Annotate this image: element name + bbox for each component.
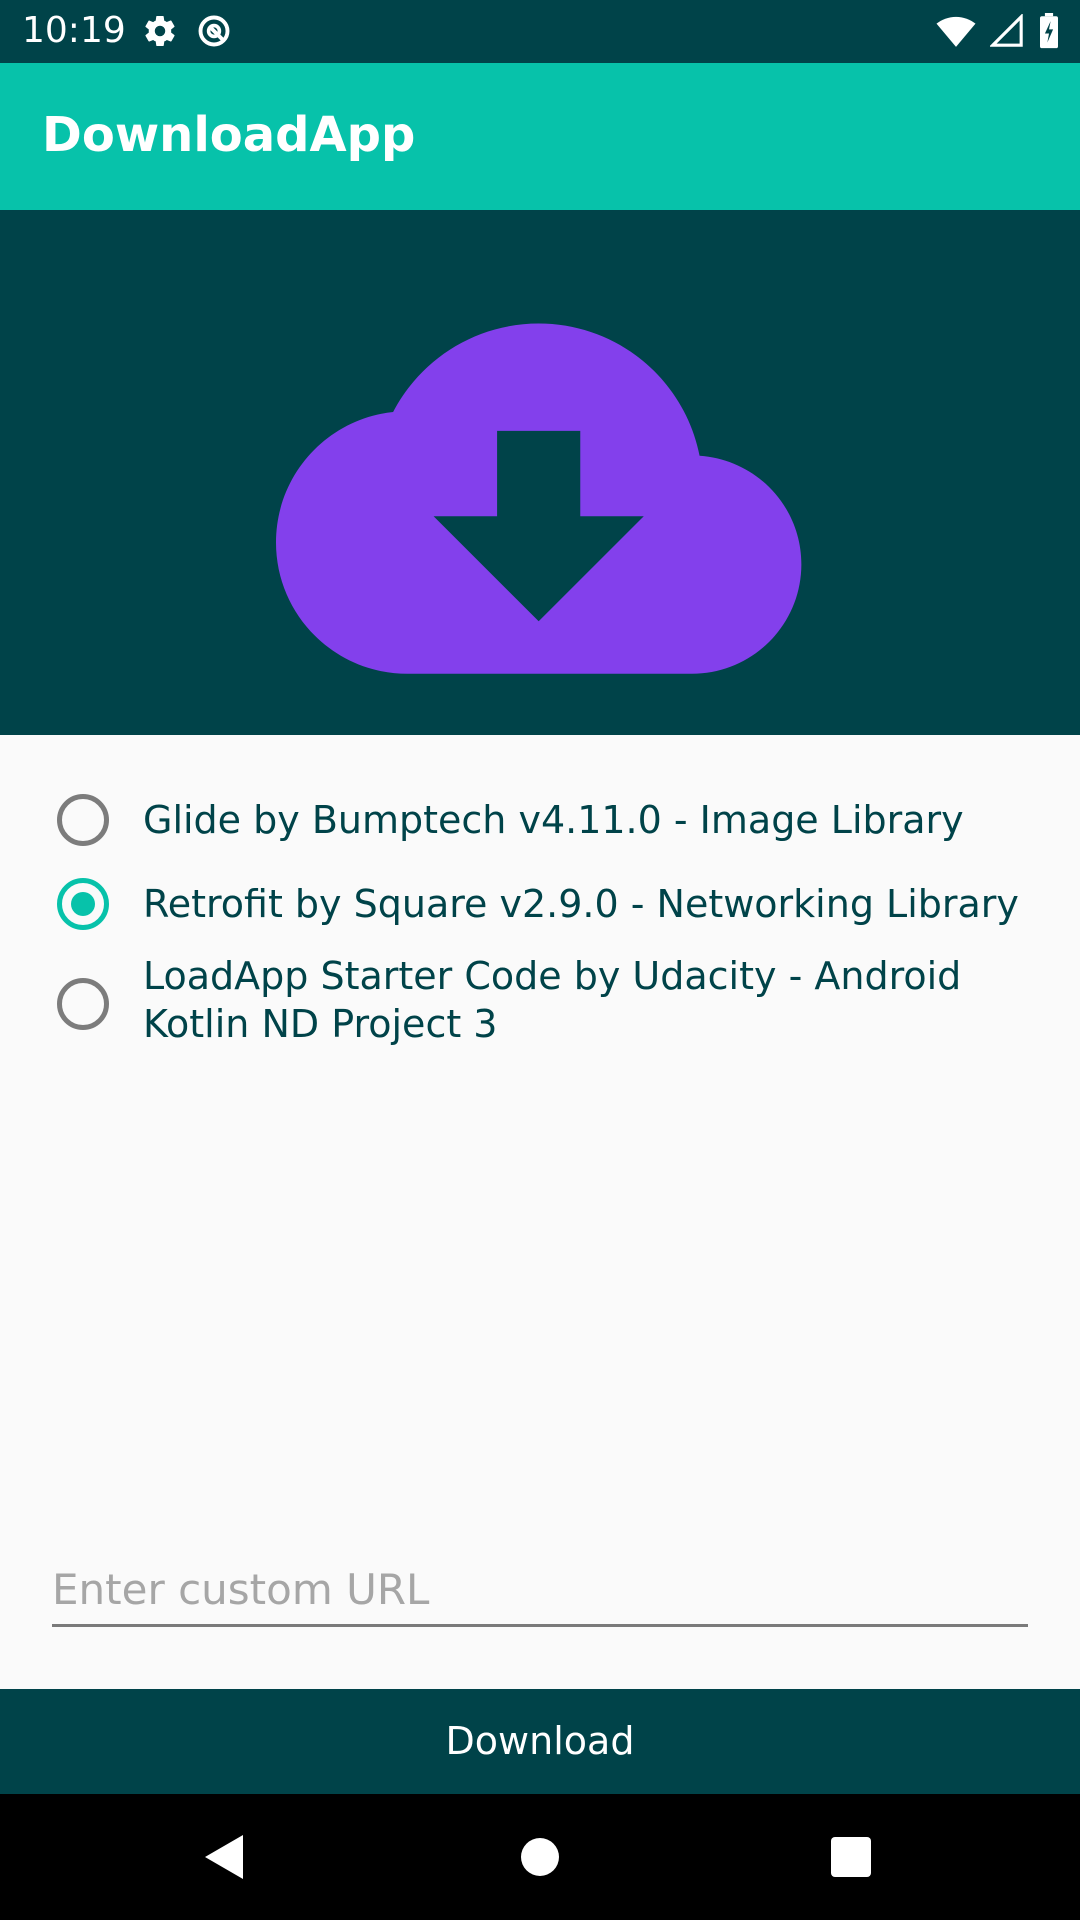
app-bar: DownloadApp bbox=[0, 63, 1080, 210]
settings-icon bbox=[142, 13, 178, 49]
navigation-bar bbox=[0, 1794, 1080, 1920]
recents-icon[interactable] bbox=[821, 1827, 881, 1887]
option-retrofit[interactable]: Retrofit by Square v2.9.0 - Networking L… bbox=[0, 864, 1080, 944]
wifi-icon bbox=[936, 14, 976, 48]
cloud-download-icon bbox=[276, 323, 802, 674]
app-title: DownloadApp bbox=[42, 107, 416, 163]
option-glide-label: Glide by Bumptech v4.11.0 - Image Librar… bbox=[143, 798, 964, 842]
battery-charging-icon bbox=[1038, 13, 1060, 49]
home-icon[interactable] bbox=[510, 1827, 570, 1887]
radio-glide[interactable] bbox=[57, 794, 109, 846]
hero-banner bbox=[0, 210, 1080, 735]
option-loadapp-label: LoadApp Starter Code by Udacity - Androi… bbox=[143, 954, 962, 1046]
option-retrofit-label: Retrofit by Square v2.9.0 - Networking L… bbox=[143, 882, 1019, 926]
custom-url-input[interactable] bbox=[52, 1555, 1028, 1627]
option-glide[interactable]: Glide by Bumptech v4.11.0 - Image Librar… bbox=[0, 780, 1080, 860]
status-time: 10:19 bbox=[22, 10, 126, 51]
option-loadapp[interactable]: LoadApp Starter Code by Udacity - Androi… bbox=[0, 950, 1080, 1060]
signal-icon bbox=[990, 14, 1024, 48]
radio-loadapp[interactable] bbox=[57, 978, 109, 1030]
download-button[interactable]: Download bbox=[0, 1689, 1080, 1794]
back-icon[interactable] bbox=[195, 1827, 255, 1887]
data-saver-icon bbox=[196, 13, 232, 49]
radio-retrofit[interactable] bbox=[57, 878, 109, 930]
status-bar: 10:19 bbox=[0, 0, 1080, 63]
